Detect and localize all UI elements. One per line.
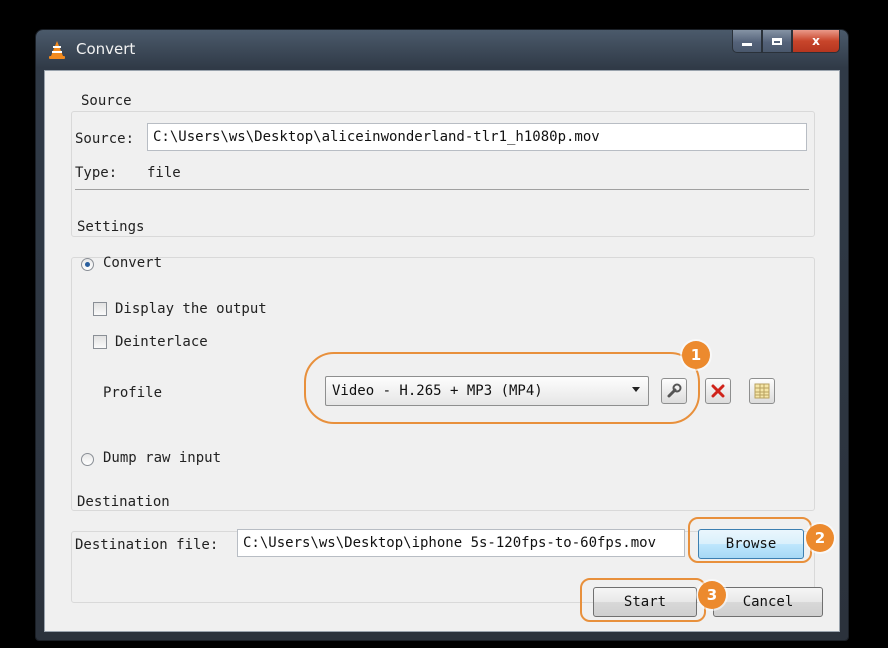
- source-label: Source:: [75, 131, 135, 147]
- profile-label: Profile: [103, 385, 163, 401]
- minimize-icon: [742, 42, 752, 46]
- destination-group-title: Destination: [75, 494, 172, 510]
- new-profile-button[interactable]: [749, 378, 775, 404]
- maximize-button[interactable]: [762, 30, 792, 53]
- destination-file-label: Destination file:: [75, 537, 219, 553]
- profile-highlight-ring: [304, 352, 700, 424]
- source-divider: [75, 189, 809, 190]
- display-output-label[interactable]: Display the output: [115, 301, 267, 317]
- source-group-title: Source: [79, 93, 134, 109]
- deinterlace-label[interactable]: Deinterlace: [115, 334, 208, 350]
- title-bar[interactable]: Convert x: [36, 30, 848, 70]
- source-path-value: C:\Users\ws\Desktop\aliceinwonderland-tl…: [153, 129, 600, 145]
- vlc-cone-icon: [49, 41, 65, 59]
- deinterlace-checkbox[interactable]: [93, 335, 107, 349]
- browse-highlight-ring: [688, 517, 812, 563]
- cancel-button[interactable]: Cancel: [713, 587, 823, 617]
- minimize-button[interactable]: [732, 30, 762, 53]
- close-icon: x: [812, 34, 820, 48]
- red-x-icon: [711, 384, 725, 398]
- window-title: Convert: [76, 40, 136, 58]
- grid-icon: [754, 383, 770, 399]
- settings-group-title: Settings: [75, 219, 147, 235]
- destination-path-value: C:\Users\ws\Desktop\iphone 5s-120fps-to-…: [243, 535, 657, 551]
- delete-profile-button[interactable]: [705, 378, 731, 404]
- source-path-field[interactable]: C:\Users\ws\Desktop\aliceinwonderland-tl…: [147, 123, 807, 151]
- step-badge-3: 3: [698, 581, 726, 609]
- destination-path-field[interactable]: C:\Users\ws\Desktop\iphone 5s-120fps-to-…: [237, 529, 685, 557]
- start-highlight-ring: [580, 578, 706, 622]
- step-badge-2: 2: [806, 524, 834, 552]
- step-badge-1: 1: [682, 341, 710, 369]
- dump-raw-label[interactable]: Dump raw input: [103, 450, 221, 466]
- convert-radio[interactable]: [81, 258, 94, 271]
- display-output-checkbox[interactable]: [93, 302, 107, 316]
- convert-radio-label[interactable]: Convert: [103, 255, 162, 271]
- cancel-button-label: Cancel: [742, 594, 794, 610]
- close-button[interactable]: x: [792, 30, 840, 53]
- dump-raw-radio[interactable]: [81, 453, 94, 466]
- maximize-icon: [772, 37, 782, 45]
- type-value: file: [147, 165, 181, 181]
- type-label: Type:: [75, 165, 118, 181]
